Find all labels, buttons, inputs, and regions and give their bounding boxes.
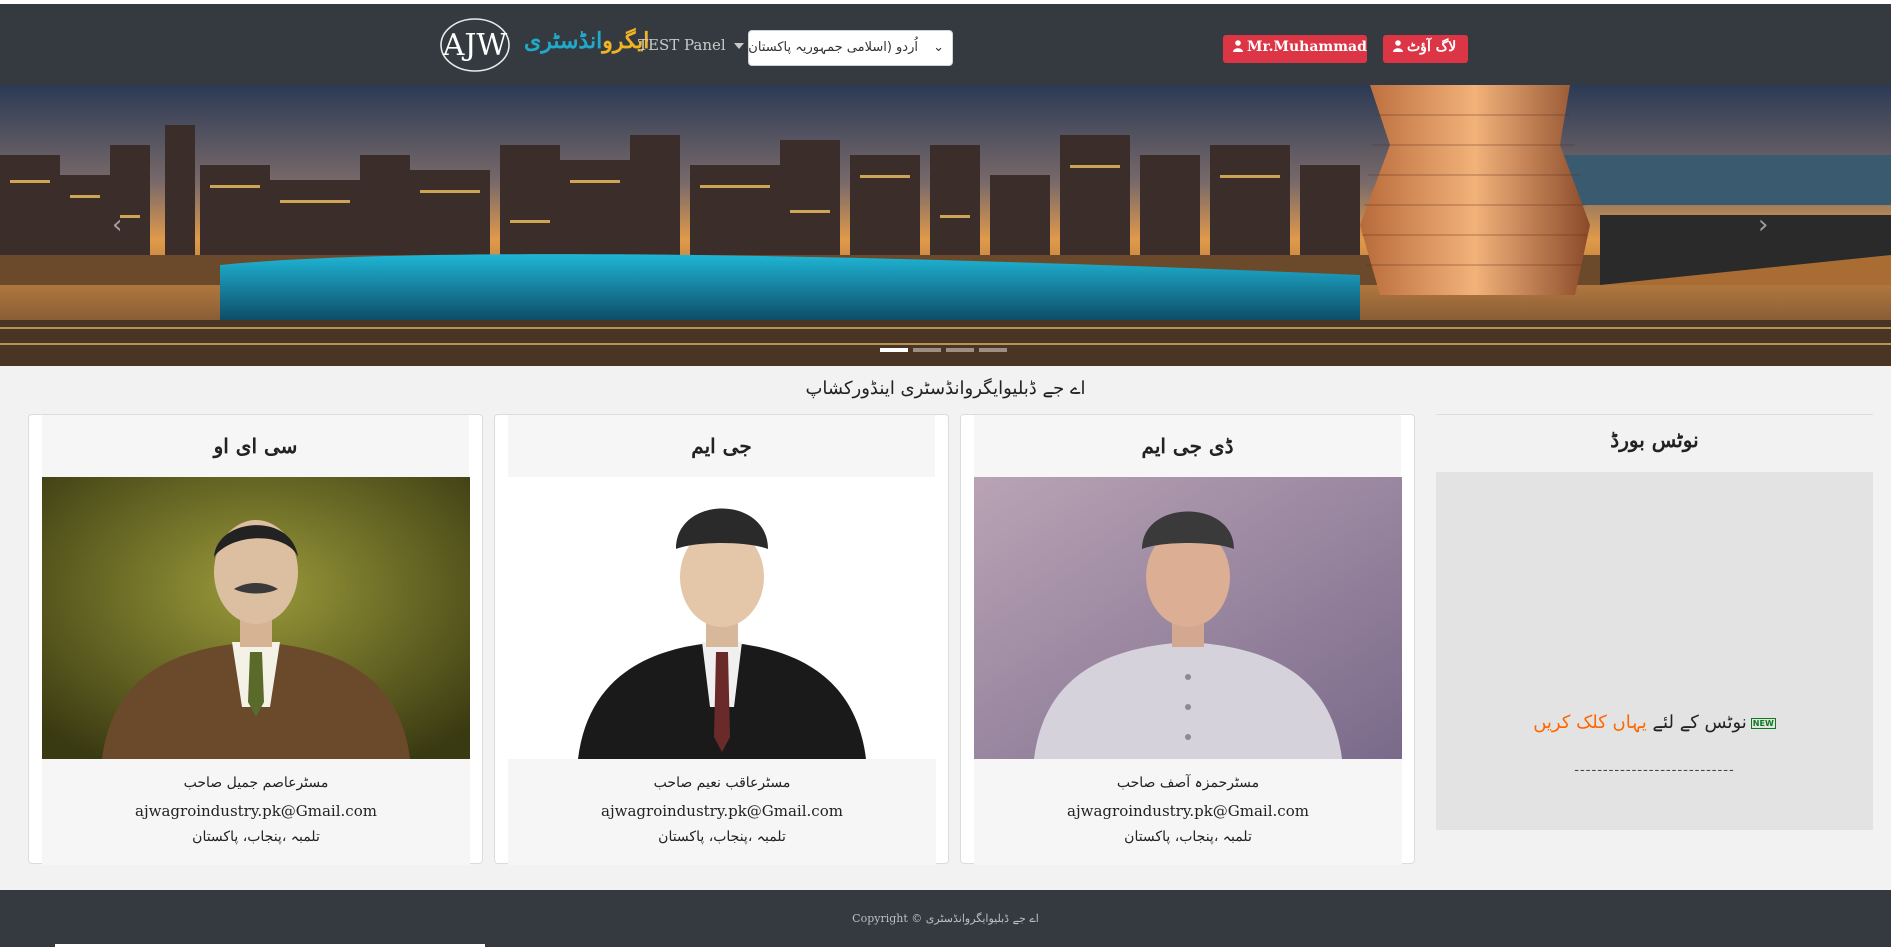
copyright-text: اے جے ڈبلیوایگروانڈسٹری © Copyright xyxy=(852,912,1039,925)
ajw-logo[interactable]: AJW xyxy=(432,14,518,76)
carousel-next-button[interactable]: › xyxy=(1758,210,1768,240)
brand-name[interactable]: ایگروانڈسٹری xyxy=(524,28,649,54)
carousel-indicator-1[interactable] xyxy=(880,348,908,352)
notice-board-title: نوٹس بورڈ xyxy=(1610,428,1699,452)
ceo-portrait xyxy=(42,477,470,759)
person-email: ajwagroindustry.pk@Gmail.com xyxy=(601,802,843,820)
hero-carousel[interactable]: ‹ › xyxy=(0,85,1891,366)
section-title: اے جے ڈبلیوایگروانڈسٹری اینڈورکشاپ xyxy=(805,378,1086,399)
city-skyline-image xyxy=(0,85,1891,366)
logo-text: AJW xyxy=(442,28,508,63)
notice-box: NEWنوٹس کے لئے یہاں کلک کریں -----------… xyxy=(1436,472,1873,830)
person-location: تلمبہ ،پنجاب، پاکستان xyxy=(1124,829,1252,845)
person-email: ajwagroindustry.pk@Gmail.com xyxy=(135,802,377,820)
card-title: ڈی جی ایم xyxy=(974,415,1401,477)
chevron-down-icon: ⌄ xyxy=(933,40,944,55)
carousel-indicator-4[interactable] xyxy=(979,348,1007,352)
divider xyxy=(1436,414,1873,415)
profile-card-gm: جی ایم مسٹرعاقب نعیم صاحب ajwagroindustr… xyxy=(494,414,949,865)
carousel-indicator-2[interactable] xyxy=(913,348,941,352)
card-footer: مسٹرعاقب نعیم صاحب ajwagroindustry.pk@Gm… xyxy=(508,759,936,865)
notice-line: NEWنوٹس کے لئے یہاں کلک کریں xyxy=(1436,712,1873,733)
card-title: سی ای او xyxy=(42,415,469,477)
footer: اے جے ڈبلیوایگروانڈسٹری © Copyright xyxy=(0,890,1891,947)
profile-card-ceo: سی ای او مسٹرعاصم جمیل صاحب ajwagroindus… xyxy=(28,414,483,865)
language-selected-value: اُردو (اسلامی جمہوریہ پاکستان) xyxy=(743,40,918,55)
user-icon xyxy=(1233,40,1243,52)
person-location: تلمبہ ،پنجاب، پاکستان xyxy=(192,829,320,845)
person-email: ajwagroindustry.pk@Gmail.com xyxy=(1067,802,1309,820)
panel-label: TEST Panel xyxy=(638,36,726,54)
person-name: مسٹرحمزہ آصف صاحب xyxy=(1116,775,1260,791)
logout-button-label: لاگ آؤٹ xyxy=(1407,39,1457,55)
person-location: تلمبہ ،پنجاب، پاکستان xyxy=(658,829,786,845)
notice-click-link[interactable]: یہاں کلک کریں xyxy=(1533,712,1647,733)
notice-text: نوٹس کے لئے xyxy=(1646,712,1747,733)
card-footer: مسٹرحمزہ آصف صاحب ajwagroindustry.pk@Gma… xyxy=(974,759,1402,865)
notice-board: نوٹس بورڈ NEWنوٹس کے لئے یہاں کلک کریں -… xyxy=(1436,414,1873,834)
profile-card-dgm: ڈی جی ایم مسٹرحمزہ آصف صاحب ajwagroindus… xyxy=(960,414,1415,865)
logout-button[interactable]: لاگ آؤٹ xyxy=(1383,35,1468,63)
user-icon xyxy=(1393,40,1403,52)
user-button[interactable]: Mr.Muhammad xyxy=(1223,35,1367,63)
person-name: مسٹرعاصم جمیل صاحب xyxy=(183,775,329,791)
dgm-portrait xyxy=(974,477,1402,759)
brand-part-blue: انڈسٹری xyxy=(524,28,603,54)
navbar: AJW ایگروانڈسٹری TEST Panel اُردو (اسلام… xyxy=(0,4,1891,85)
new-badge-icon: NEW xyxy=(1750,717,1776,729)
caret-down-icon xyxy=(733,43,744,49)
language-select[interactable]: اُردو (اسلامی جمہوریہ پاکستان) ⌄ xyxy=(743,30,953,66)
chevron-left-icon: ‹ xyxy=(112,210,123,240)
carousel-prev-button[interactable]: ‹ xyxy=(112,210,122,240)
card-footer: مسٹرعاصم جمیل صاحب ajwagroindustry.pk@Gm… xyxy=(42,759,470,865)
test-panel-dropdown[interactable]: TEST Panel xyxy=(638,36,744,54)
user-button-label: Mr.Muhammad xyxy=(1247,39,1367,55)
gm-portrait xyxy=(508,477,936,759)
card-title: جی ایم xyxy=(508,415,935,477)
carousel-indicator-3[interactable] xyxy=(946,348,974,352)
chevron-right-icon: › xyxy=(1758,210,1769,240)
person-name: مسٹرعاقب نعیم صاحب xyxy=(653,775,791,791)
notice-divider: ---------------------------- xyxy=(1574,762,1735,778)
carousel-indicators xyxy=(880,337,1012,352)
